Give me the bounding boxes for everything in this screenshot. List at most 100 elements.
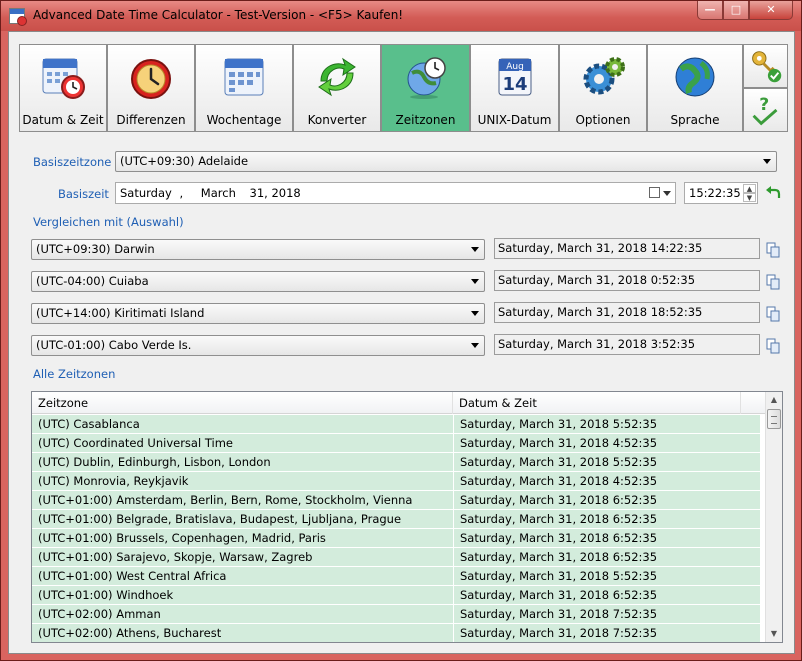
tab-label: Konverter xyxy=(307,113,367,127)
cell-datum-zeit: Saturday, March 31, 2018 5:52:35 xyxy=(453,567,758,585)
table-row[interactable]: (UTC+01:00) Brussels, Copenhagen, Madrid… xyxy=(32,529,760,548)
main-panel: Datum & Zeit Differenzen Wochentage Konv… xyxy=(8,31,795,654)
help-button[interactable]: ? xyxy=(743,88,788,132)
table-row[interactable]: (UTC+01:00) Belgrade, Bratislava, Budape… xyxy=(32,510,760,529)
table-row[interactable]: (UTC+01:00) West Central Africa Saturday,… xyxy=(32,567,760,586)
minimize-button[interactable]: — xyxy=(697,1,723,20)
tab-zeitzonen[interactable]: Zeitzonen xyxy=(381,44,470,132)
tab-label: Optionen xyxy=(575,113,631,127)
help-check-icon: ? xyxy=(752,95,778,126)
table-row[interactable]: (UTC+01:00) Amsterdam, Berlin, Bern, Rom… xyxy=(32,491,760,510)
caption-buttons: — □ ✕ xyxy=(697,1,793,21)
green-arrows-icon xyxy=(318,57,356,97)
cell-zeitzone: (UTC+01:00) West Central Africa xyxy=(38,569,227,583)
date-separator: , xyxy=(179,186,184,200)
aug-14-calendar-icon: Aug 14 xyxy=(498,58,531,96)
tab-sprache[interactable]: Sprache xyxy=(647,44,743,132)
app-calendar-icon[interactable] xyxy=(9,8,27,26)
compare-result-4: Saturday, March 31, 2018 3:52:35 xyxy=(494,334,760,355)
chevron-down-icon xyxy=(471,279,479,284)
table-body: (UTC) Casablanca Saturday, March 31, 2018… xyxy=(32,415,760,642)
tab-label: Differenzen xyxy=(116,113,186,127)
tab-konverter[interactable]: Konverter xyxy=(293,44,381,132)
cell-datum-zeit: Saturday, March 31, 2018 6:52:35 xyxy=(453,548,758,566)
close-button[interactable]: ✕ xyxy=(749,1,793,20)
gears-icon xyxy=(583,57,625,95)
date-weekday[interactable]: Saturday xyxy=(120,186,172,200)
compare-zone-select-2[interactable]: (UTC-04:00) Cuiaba xyxy=(31,271,485,292)
date-day-year[interactable]: 31, 2018 xyxy=(250,186,301,200)
compare-result-2: Saturday, March 31, 2018 0:52:35 xyxy=(494,270,760,291)
tab-optionen[interactable]: Optionen xyxy=(559,44,647,132)
table-row[interactable]: (UTC+01:00) Windhoek Saturday, March 31, … xyxy=(32,586,760,605)
table-row[interactable]: (UTC) Dublin, Edinburgh, Lisbon, London S… xyxy=(32,453,760,472)
table-row[interactable]: (UTC+01:00) Sarajevo, Skopje, Warsaw, Za… xyxy=(32,548,760,567)
table-row[interactable]: (UTC+02:00) Amman Saturday, March 31, 201… xyxy=(32,605,760,624)
license-button[interactable] xyxy=(743,44,788,88)
compare-zone-value: (UTC-04:00) Cuiaba xyxy=(36,274,149,288)
cell-datum-zeit: Saturday, March 31, 2018 5:52:35 xyxy=(453,415,758,433)
tab-label: UNIX-Datum xyxy=(477,113,552,127)
toolbar: Datum & Zeit Differenzen Wochentage Konv… xyxy=(19,44,793,132)
calendar-clock-icon xyxy=(42,58,85,99)
chevron-down-icon xyxy=(471,311,479,316)
all-zones-table: Zeitzone Datum & Zeit (UTC) Casablanca Sa… xyxy=(31,391,783,643)
column-header-datum-zeit[interactable]: Datum & Zeit xyxy=(453,392,741,414)
calendar-dropdown-icon[interactable] xyxy=(649,186,671,200)
scroll-up-icon[interactable]: ▲ xyxy=(766,392,782,408)
compare-result-3: Saturday, March 31, 2018 18:52:35 xyxy=(494,302,760,323)
cell-datum-zeit: Saturday, March 31, 2018 4:52:35 xyxy=(453,434,758,452)
compare-zone-select-1[interactable]: (UTC+09:30) Darwin xyxy=(31,239,485,260)
cell-datum-zeit: Saturday, March 31, 2018 6:52:35 xyxy=(453,529,758,547)
table-row[interactable]: (UTC+02:00) Athens, Bucharest Saturday, M… xyxy=(32,624,760,642)
copy-icon[interactable] xyxy=(766,306,780,322)
base-date-picker[interactable]: Saturday , March 31, 2018 xyxy=(115,182,676,204)
cell-datum-zeit: Saturday, March 31, 2018 5:52:35 xyxy=(453,453,758,471)
cell-datum-zeit: Saturday, March 31, 2018 6:52:35 xyxy=(453,510,758,528)
svg-text:Aug: Aug xyxy=(506,62,524,72)
cell-datum-zeit: Saturday, March 31, 2018 7:52:35 xyxy=(453,624,758,642)
time-value: 15:22:35 xyxy=(689,186,741,200)
scroll-down-icon[interactable]: ▼ xyxy=(766,626,782,642)
scroll-thumb[interactable] xyxy=(767,409,781,429)
base-zone-value: (UTC+09:30) Adelaide xyxy=(120,154,249,168)
calendar-icon xyxy=(224,58,264,96)
svg-text:14: 14 xyxy=(502,74,527,95)
spin-down-icon[interactable]: ▼ xyxy=(743,193,756,202)
compare-zone-select-4[interactable]: (UTC-01:00) Cabo Verde Is. xyxy=(31,335,485,356)
tab-differenzen[interactable]: Differenzen xyxy=(107,44,195,132)
base-time-spinner[interactable]: 15:22:35 ▲ ▼ xyxy=(684,182,758,204)
tab-wochentage[interactable]: Wochentage xyxy=(195,44,293,132)
table-row[interactable]: (UTC) Casablanca Saturday, March 31, 2018… xyxy=(32,415,760,434)
copy-icon[interactable] xyxy=(766,242,780,258)
base-time-label: Basiszeit xyxy=(58,187,109,201)
reset-arrow-icon[interactable] xyxy=(765,186,781,200)
vertical-scrollbar[interactable]: ▲ ▼ xyxy=(765,392,782,642)
tab-datum-zeit[interactable]: Datum & Zeit xyxy=(19,44,107,132)
chevron-down-icon xyxy=(471,343,479,348)
globe-icon xyxy=(675,57,715,97)
tab-label: Zeitzonen xyxy=(395,113,456,127)
globe-clock-icon xyxy=(407,57,446,99)
table-row[interactable]: (UTC) Coordinated Universal Time Saturday… xyxy=(32,434,760,453)
cell-datum-zeit: Saturday, March 31, 2018 4:52:35 xyxy=(453,472,758,490)
tab-label: Wochentage xyxy=(206,113,282,127)
cell-zeitzone: (UTC) Monrovia, Reykjavik xyxy=(38,474,189,488)
compare-result-1: Saturday, March 31, 2018 14:22:35 xyxy=(494,238,760,259)
cell-zeitzone: (UTC+01:00) Belgrade, Bratislava, Budape… xyxy=(38,512,402,526)
all-zones-label: Alle Zeitzonen xyxy=(33,367,116,381)
table-row[interactable]: (UTC) Monrovia, Reykjavik Saturday, March… xyxy=(32,472,760,491)
maximize-button[interactable]: □ xyxy=(723,1,749,20)
base-zone-select[interactable]: (UTC+09:30) Adelaide xyxy=(115,151,777,172)
column-header-zeitzone[interactable]: Zeitzone xyxy=(32,392,453,414)
cell-zeitzone: (UTC+01:00) Amsterdam, Berlin, Bern, Rom… xyxy=(38,493,413,507)
cell-zeitzone: (UTC+01:00) Sarajevo, Skopje, Warsaw, Za… xyxy=(38,550,313,564)
compare-zone-select-3[interactable]: (UTC+14:00) Kiritimati Island xyxy=(31,303,485,324)
date-month[interactable]: March xyxy=(201,186,236,200)
cell-datum-zeit: Saturday, March 31, 2018 6:52:35 xyxy=(453,491,758,509)
title-bar[interactable]: Advanced Date Time Calculator - Test-Ver… xyxy=(1,1,801,31)
copy-icon[interactable] xyxy=(766,274,780,290)
spin-up-icon[interactable]: ▲ xyxy=(743,184,756,193)
tab-unix-datum[interactable]: Aug 14 UNIX-Datum xyxy=(470,44,559,132)
copy-icon[interactable] xyxy=(766,338,780,354)
